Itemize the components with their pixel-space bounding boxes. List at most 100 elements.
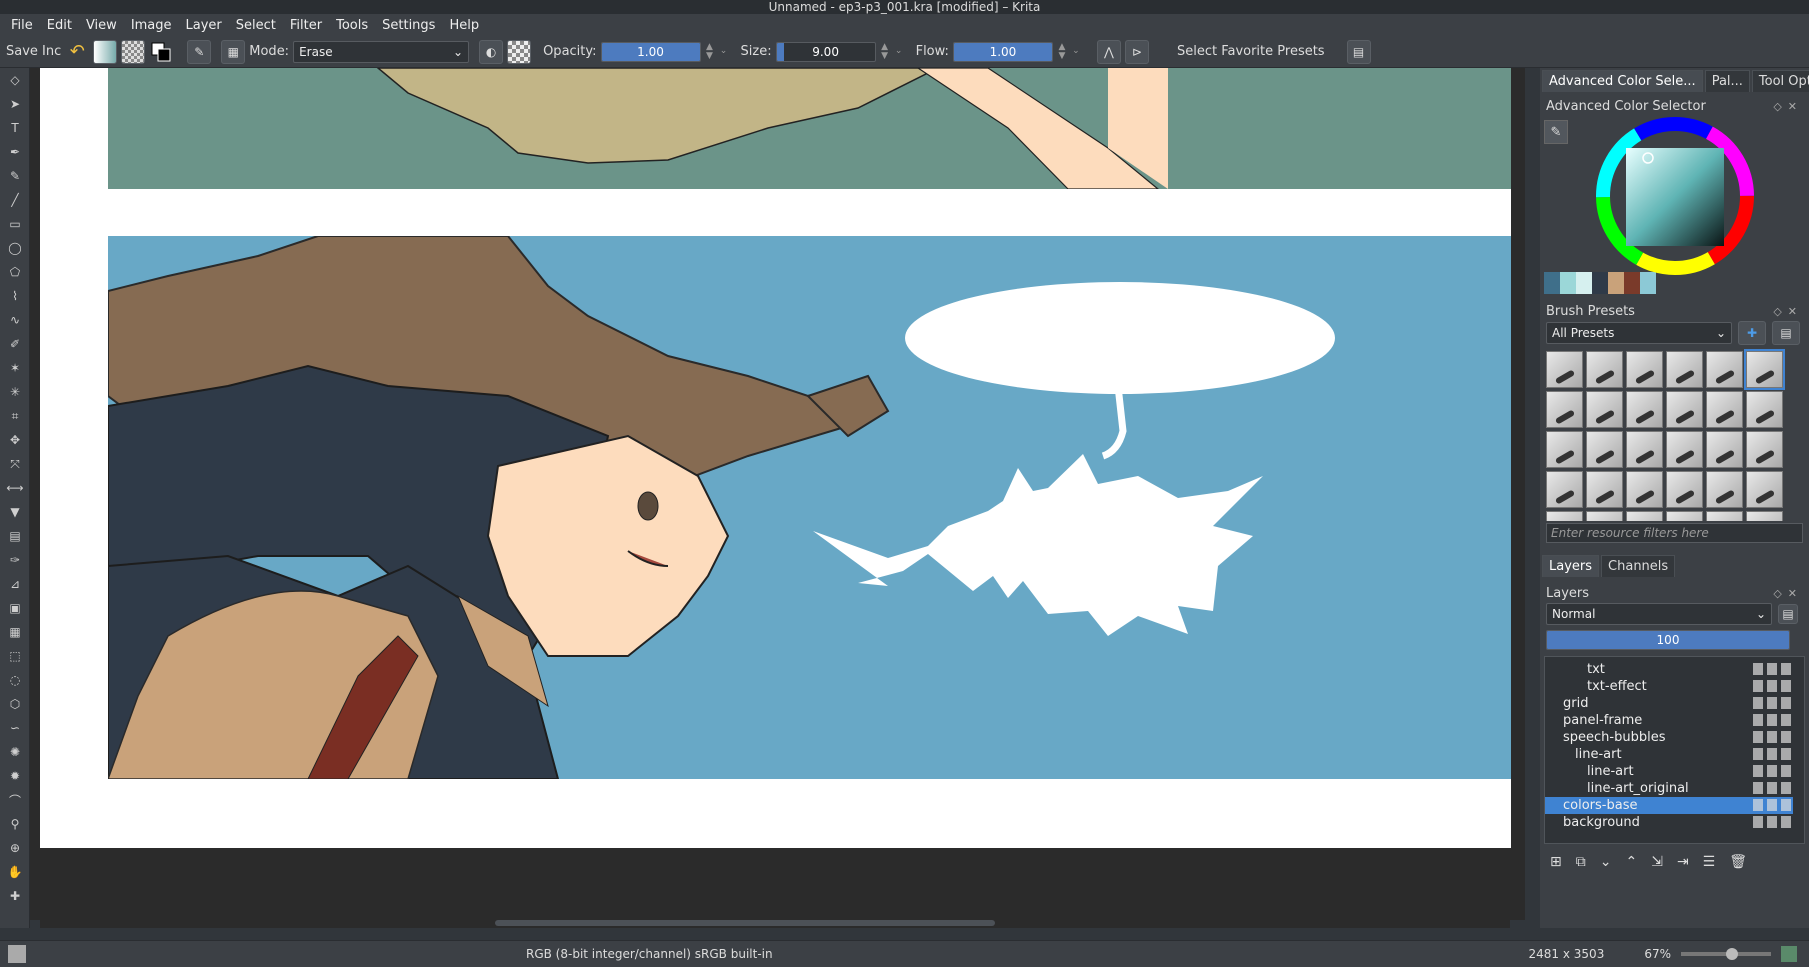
layer-row[interactable]: speech-bubbles <box>1545 729 1793 746</box>
import-icon[interactable]: ⇥ <box>1677 854 1689 870</box>
tab-layers[interactable]: Layers <box>1542 555 1600 577</box>
layer-filter-icon[interactable]: ▤ <box>1778 604 1798 624</box>
flow-spin-icon[interactable]: ▲ ▼ <box>1057 42 1067 61</box>
visibility-icon[interactable] <box>1753 765 1763 777</box>
size-spin-icon[interactable]: ▲ ▼ <box>880 42 890 61</box>
thumbnail-icon[interactable] <box>1781 765 1791 777</box>
eyedropper-tool-icon[interactable]: ✑ <box>0 548 30 572</box>
tab-channels[interactable]: Channels <box>1601 555 1676 577</box>
layer-row[interactable]: line-art <box>1545 746 1793 763</box>
lock-icon[interactable] <box>1767 748 1777 760</box>
freehand-path-tool-icon[interactable]: ✐ <box>0 332 30 356</box>
thumbnail-icon[interactable] <box>1781 782 1791 794</box>
view-mode-icon[interactable]: ▤ <box>1772 321 1800 345</box>
color-wheel[interactable] <box>1590 116 1760 286</box>
opacity-slider[interactable]: 1.00 <box>600 41 701 62</box>
polygon-select-tool-icon[interactable]: ⬡ <box>0 692 30 716</box>
brush-preset-item[interactable] <box>1666 391 1703 428</box>
brush-preset-item[interactable] <box>1546 511 1583 521</box>
preset-filter-select[interactable]: All Presets ⌄ <box>1546 322 1732 344</box>
layer-properties-icon[interactable]: ☰ <box>1703 854 1716 870</box>
size-slider[interactable]: 9.00 <box>775 41 876 62</box>
brush-preset-item[interactable] <box>1626 511 1663 521</box>
lock-icon[interactable] <box>1767 765 1777 777</box>
menu-settings[interactable]: Settings <box>375 18 442 33</box>
rectangle-tool-icon[interactable]: ▭ <box>0 212 30 236</box>
fullscreen-icon[interactable] <box>1781 946 1797 962</box>
brush-preset-item[interactable] <box>1706 511 1743 521</box>
thumbnail-icon[interactable] <box>1781 714 1791 726</box>
brush-preset-item[interactable] <box>1746 511 1783 521</box>
dock-controls-icon[interactable]: ◇✕ <box>1773 305 1803 318</box>
crop-tool-icon[interactable]: ⌗ <box>0 404 30 428</box>
pan-tool-icon[interactable]: ✋ <box>0 860 30 884</box>
color-selector[interactable]: ✎ <box>1540 116 1809 275</box>
visibility-icon[interactable] <box>1753 663 1763 675</box>
layer-row[interactable]: line-art <box>1545 763 1793 780</box>
visibility-icon[interactable] <box>1753 731 1763 743</box>
brush-preset-item[interactable] <box>1586 391 1623 428</box>
flow-slider[interactable]: 1.00 <box>952 41 1053 62</box>
brush-preset-item[interactable] <box>1706 351 1743 388</box>
brush-preset-item[interactable] <box>1666 431 1703 468</box>
brush-preset-item[interactable] <box>1746 391 1783 428</box>
lock-icon[interactable] <box>1767 697 1777 709</box>
add-layer-icon[interactable]: ⊞ <box>1550 854 1562 870</box>
brush-preset-item[interactable] <box>1546 471 1583 508</box>
lock-icon[interactable] <box>1767 731 1777 743</box>
layer-blend-select[interactable]: Normal ⌄ <box>1546 603 1772 625</box>
horizontal-scrollbar[interactable] <box>40 918 1510 928</box>
canvas-area[interactable] <box>30 68 1525 920</box>
select-shapes-tool-icon[interactable]: ◇ <box>0 68 30 92</box>
brush-preset-item[interactable] <box>1546 391 1583 428</box>
brush-preset-item[interactable] <box>1706 471 1743 508</box>
brush-preset-item[interactable] <box>1626 351 1663 388</box>
menu-file[interactable]: File <box>4 18 40 33</box>
resource-filter-input[interactable]: Enter resource filters here <box>1546 523 1803 543</box>
brush-preset-grid[interactable] <box>1540 345 1809 521</box>
brush-preset-item[interactable] <box>1746 431 1783 468</box>
mirror-vertical-icon[interactable]: ⊳ <box>1124 39 1149 64</box>
rect-select-tool-icon[interactable]: ⬚ <box>0 644 30 668</box>
thumbnail-icon[interactable] <box>1781 731 1791 743</box>
layer-opacity-slider[interactable]: 100 <box>1546 630 1790 650</box>
layer-row[interactable]: panel-frame <box>1545 712 1793 729</box>
lock-icon[interactable] <box>1767 680 1777 692</box>
preserve-alpha-icon[interactable] <box>507 39 532 64</box>
thumbnail-icon[interactable] <box>1781 663 1791 675</box>
menu-layer[interactable]: Layer <box>179 18 229 33</box>
brush-tool-icon[interactable]: ✎ <box>0 164 30 188</box>
visibility-icon[interactable] <box>1753 748 1763 760</box>
lock-icon[interactable] <box>1767 816 1777 828</box>
zoom-slider[interactable] <box>1681 948 1771 960</box>
layer-row[interactable]: txt <box>1545 661 1793 678</box>
layer-row[interactable]: colors-base <box>1545 797 1793 814</box>
dock-controls-icon[interactable]: ◇✕ <box>1773 587 1803 600</box>
assistant-tool-icon[interactable]: ⊿ <box>0 572 30 596</box>
brush-preset-item[interactable] <box>1586 431 1623 468</box>
visibility-icon[interactable] <box>1753 714 1763 726</box>
ellipse-tool-icon[interactable]: ◯ <box>0 236 30 260</box>
magnetic-select-tool-icon[interactable]: ⚲ <box>0 812 30 836</box>
brush-presets-icon[interactable]: ▦ <box>221 39 246 64</box>
save-incremental-button[interactable]: Save Inc <box>6 44 61 59</box>
document-page[interactable] <box>40 68 1525 848</box>
menu-view[interactable]: View <box>79 18 124 33</box>
color-swap-icon[interactable] <box>149 40 173 64</box>
visibility-icon[interactable] <box>1753 799 1763 811</box>
thumbnail-icon[interactable] <box>1781 748 1791 760</box>
transform-tool-icon[interactable]: ⤧ <box>0 452 30 476</box>
vertical-scrollbar[interactable] <box>1511 68 1525 920</box>
bezier-tool-icon[interactable]: ∿ <box>0 308 30 332</box>
move-tool-icon[interactable]: ✥ <box>0 428 30 452</box>
menu-help[interactable]: Help <box>442 18 486 33</box>
lock-icon[interactable] <box>1767 799 1777 811</box>
layer-row[interactable]: line-art_original <box>1545 780 1793 797</box>
visibility-icon[interactable] <box>1753 816 1763 828</box>
brush-preset-item[interactable] <box>1546 351 1583 388</box>
brush-preset-item[interactable] <box>1626 391 1663 428</box>
brush-preset-item[interactable] <box>1706 431 1743 468</box>
size-menu-icon[interactable]: ⌄ <box>894 47 904 56</box>
line-tool-icon[interactable]: ╱ <box>0 188 30 212</box>
opacity-spin-icon[interactable]: ▲ ▼ <box>705 42 715 61</box>
